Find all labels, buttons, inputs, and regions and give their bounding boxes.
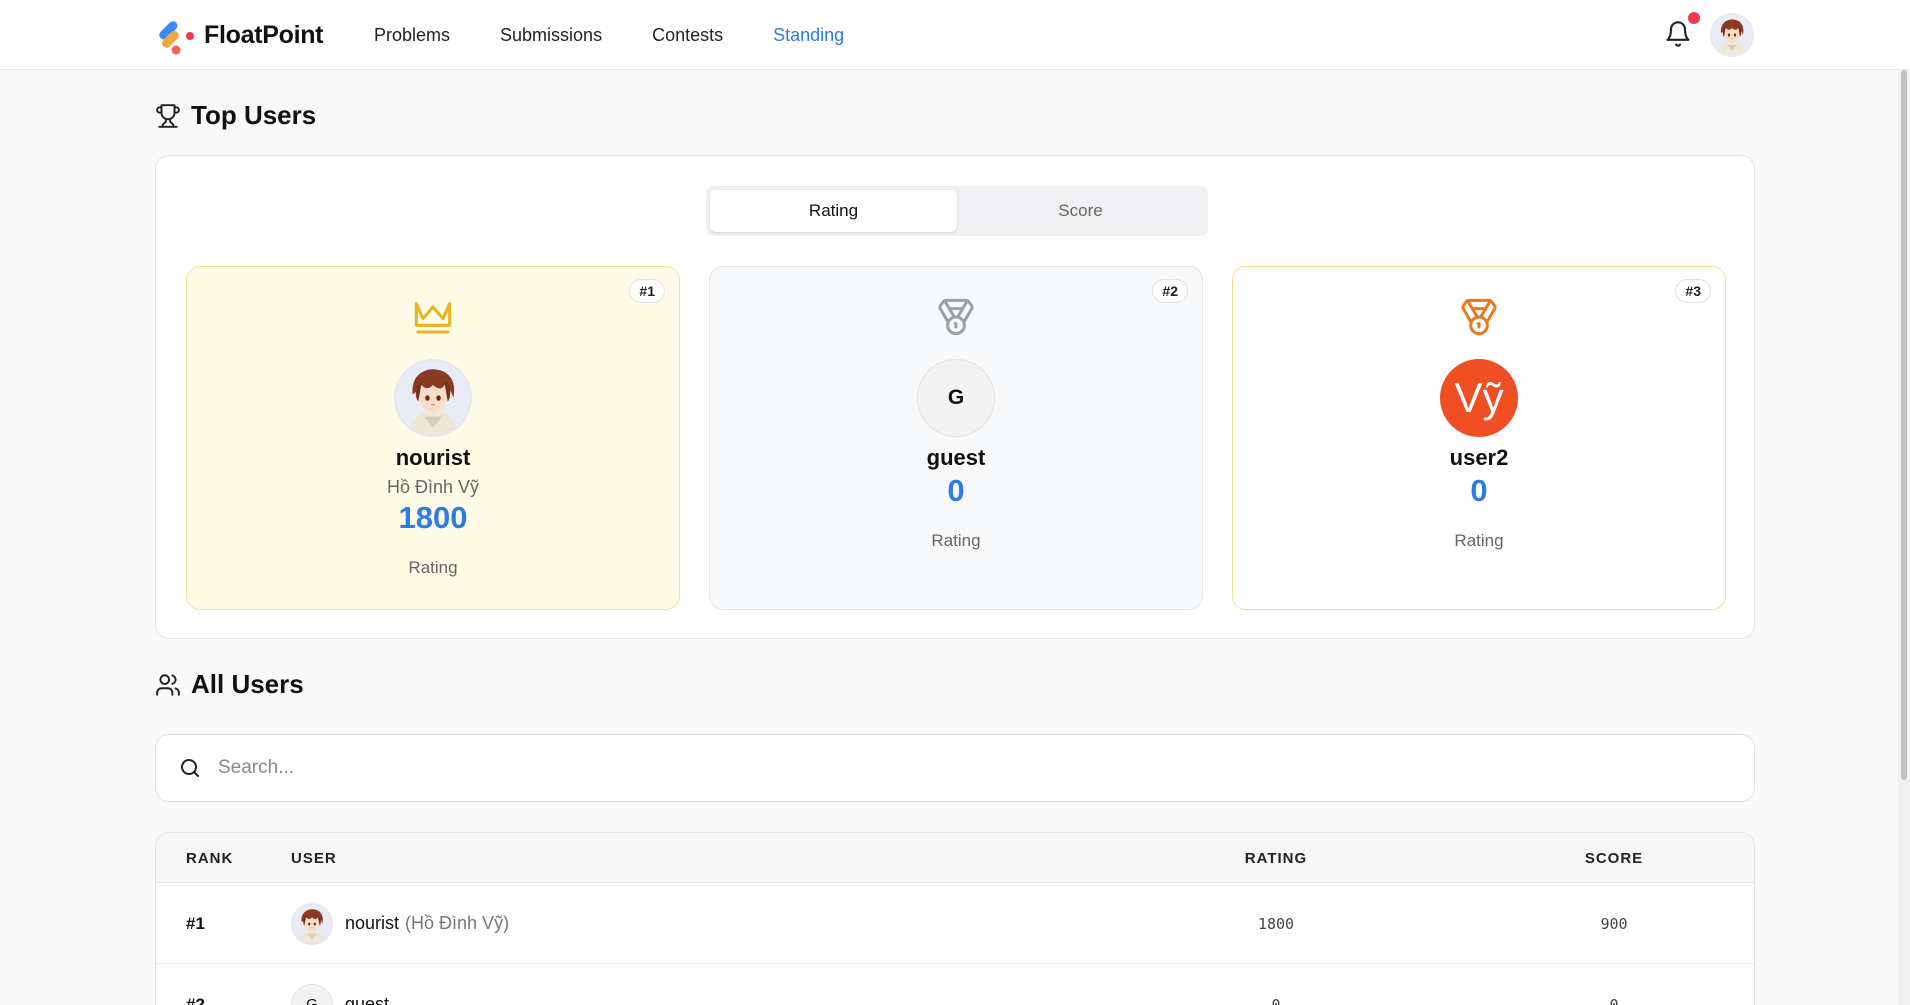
table-header: RANK USER RATING SCORE bbox=[156, 833, 1754, 883]
all-users-title: All Users bbox=[191, 669, 304, 699]
page-scrollbar[interactable] bbox=[1898, 70, 1910, 1005]
bronze-medal-icon bbox=[1461, 298, 1497, 336]
row-score: 0 bbox=[1609, 995, 1619, 1005]
row-user: nourist (Hồ Đình Vỹ) bbox=[291, 883, 509, 964]
row-rank: #2 bbox=[186, 994, 205, 1005]
crown-icon bbox=[414, 302, 452, 334]
row-username[interactable]: guest bbox=[345, 994, 389, 1005]
row-user: G guest bbox=[291, 964, 389, 1005]
main-nav: Problems Submissions Contests Standing bbox=[374, 0, 894, 70]
tab-rating[interactable]: Rating bbox=[710, 190, 957, 232]
row-rank: #1 bbox=[186, 913, 205, 933]
tab-score[interactable]: Score bbox=[957, 190, 1204, 232]
notification-dot bbox=[1688, 12, 1700, 24]
row-score: 900 bbox=[1600, 914, 1628, 933]
podium-rating-value: 0 bbox=[1470, 473, 1488, 508]
podium-rating-label: Rating bbox=[1454, 531, 1504, 550]
podium-rating-label: Rating bbox=[931, 531, 981, 550]
podium-second[interactable]: #2 G guest 0 Rating bbox=[709, 266, 1203, 610]
podium-username: guest bbox=[926, 445, 986, 470]
top-users-title: Top Users bbox=[191, 100, 317, 130]
table-row[interactable]: #2 G guest 0 0 bbox=[156, 964, 1754, 1005]
avatar: G bbox=[291, 983, 333, 1005]
ranking-tabs: Rating Score bbox=[706, 186, 1208, 236]
users-icon bbox=[156, 673, 180, 696]
top-users-heading: Top Users bbox=[155, 100, 316, 131]
podium-third[interactable]: #3 Vỹ user2 0 Rating bbox=[1232, 266, 1726, 610]
avatar bbox=[291, 902, 333, 945]
rank-badge: #2 bbox=[1152, 279, 1188, 303]
nav-standing[interactable]: Standing bbox=[773, 25, 844, 46]
podium-username: nourist bbox=[395, 445, 471, 470]
search-input[interactable] bbox=[218, 757, 1718, 779]
search-box bbox=[155, 734, 1755, 802]
column-score[interactable]: SCORE bbox=[1554, 833, 1674, 883]
table-row[interactable]: #1 nourist (Hồ Đình Vỹ) 1800 900 bbox=[156, 883, 1754, 964]
users-table: RANK USER RATING SCORE #1 nourist (Hồ Đì… bbox=[155, 832, 1755, 1005]
row-rating: 0 bbox=[1271, 995, 1281, 1005]
rank-badge: #3 bbox=[1675, 279, 1711, 303]
search-icon bbox=[181, 759, 199, 777]
podium-rating-value: 1800 bbox=[398, 500, 468, 535]
all-users-heading: All Users bbox=[155, 669, 304, 700]
column-user[interactable]: USER bbox=[291, 833, 337, 883]
nav-submissions[interactable]: Submissions bbox=[500, 25, 602, 46]
row-fullname: (Hồ Đình Vỹ) bbox=[405, 913, 510, 933]
avatar bbox=[394, 359, 472, 437]
avatar: G bbox=[917, 359, 995, 437]
avatar: Vỹ bbox=[1440, 359, 1518, 437]
row-rating: 1800 bbox=[1257, 914, 1295, 933]
nav-problems[interactable]: Problems bbox=[374, 25, 450, 46]
floatpoint-logo-icon bbox=[159, 21, 194, 55]
column-rank[interactable]: RANK bbox=[186, 833, 233, 883]
podium-rating-value: 0 bbox=[947, 473, 965, 508]
brand-logo[interactable]: FloatPoint bbox=[154, 14, 324, 56]
rank-badge: #1 bbox=[629, 279, 665, 303]
brand-name: FloatPoint bbox=[204, 20, 324, 49]
notification-bell-icon[interactable] bbox=[1664, 20, 1692, 48]
top-users-card: Rating Score #1 nourist Hồ Đình Vỹ 1800 … bbox=[155, 155, 1755, 639]
podium-fullname: Hồ Đình Vỹ bbox=[386, 477, 480, 497]
row-username[interactable]: nourist bbox=[345, 913, 399, 934]
scrollbar-thumb[interactable] bbox=[1901, 70, 1907, 780]
user-avatar[interactable] bbox=[1710, 13, 1754, 57]
trophy-icon bbox=[156, 103, 180, 128]
podium-username: user2 bbox=[1449, 445, 1509, 470]
podium-first[interactable]: #1 nourist Hồ Đình Vỹ 1800 Rating bbox=[186, 266, 680, 610]
top-navbar: FloatPoint Problems Submissions Contests… bbox=[0, 0, 1910, 70]
column-rating[interactable]: RATING bbox=[1216, 833, 1336, 883]
silver-medal-icon bbox=[938, 298, 974, 336]
podium-rating-label: Rating bbox=[408, 558, 458, 577]
nav-contests[interactable]: Contests bbox=[652, 25, 723, 46]
